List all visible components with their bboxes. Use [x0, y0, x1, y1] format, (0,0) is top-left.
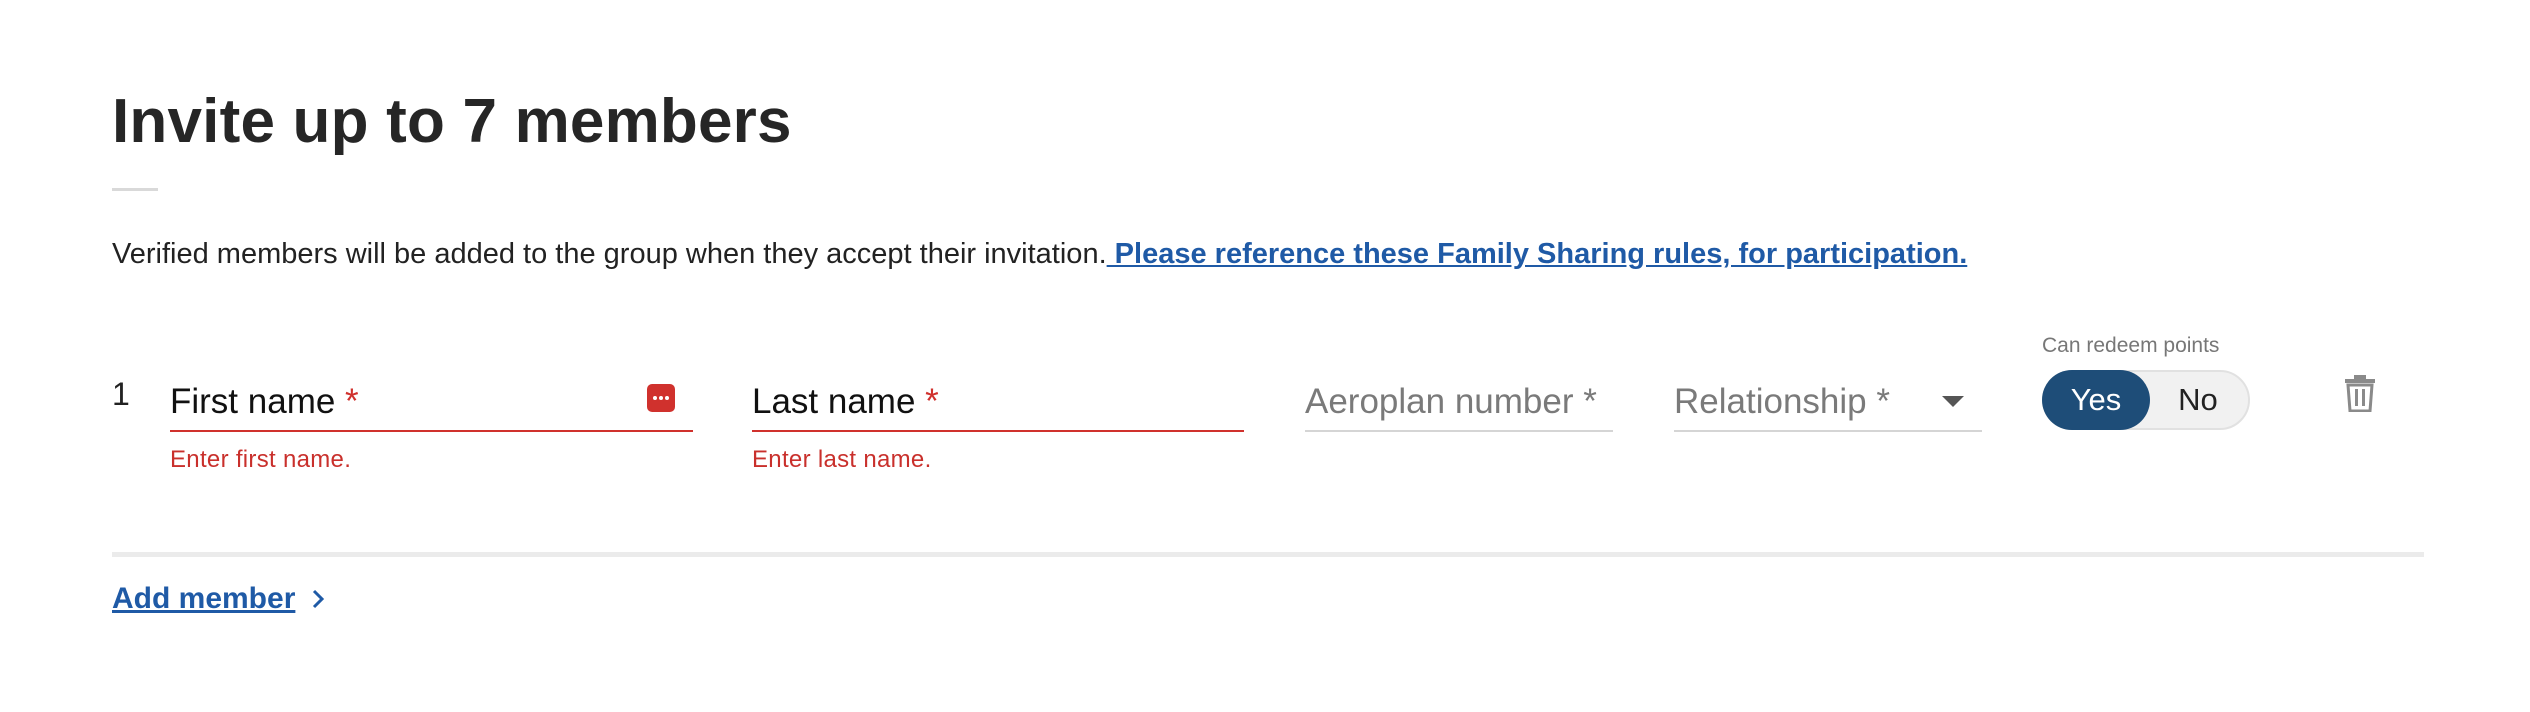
intro-text: Verified members will be added to the gr… [112, 238, 1967, 271]
intro-text-body: Verified members will be added to the gr… [112, 238, 1107, 270]
redeem-points-toggle[interactable]: Yes No [2042, 370, 2250, 430]
autofill-menu-icon[interactable] [647, 384, 675, 412]
redeem-no-option[interactable]: No [2144, 370, 2252, 430]
last-name-error: Enter last name. [752, 446, 932, 473]
redeem-points-label: Can redeem points [2042, 334, 2220, 357]
family-sharing-rules-link[interactable]: Please reference these Family Sharing ru… [1107, 238, 1968, 270]
last-name-underline [752, 430, 1244, 432]
required-mark: * [925, 382, 939, 421]
chevron-right-icon [313, 589, 325, 609]
aeroplan-number-field[interactable]: Aeroplan number * [1305, 370, 1613, 432]
add-member-button[interactable]: Add member [112, 582, 329, 616]
first-name-error: Enter first name. [170, 446, 352, 473]
page-title: Invite up to 7 members [112, 87, 792, 156]
first-name-label: First name * [170, 382, 359, 422]
aeroplan-number-underline [1305, 430, 1613, 432]
first-name-field[interactable]: First name * [170, 370, 693, 432]
section-divider [112, 552, 2424, 557]
first-name-underline [170, 430, 693, 432]
relationship-label: Relationship * [1674, 382, 1890, 421]
trash-icon[interactable] [2343, 374, 2377, 412]
last-name-label-text: Last name [752, 382, 916, 421]
dropdown-caret-icon [1942, 396, 1964, 407]
add-member-label: Add member [112, 582, 296, 615]
relationship-select[interactable]: Relationship * [1674, 370, 1982, 432]
last-name-field[interactable]: Last name * [752, 370, 1244, 432]
relationship-underline [1674, 430, 1982, 432]
first-name-label-text: First name [170, 382, 336, 421]
aeroplan-number-label: Aeroplan number * [1305, 382, 1597, 421]
redeem-yes-option[interactable]: Yes [2042, 370, 2150, 430]
required-mark: * [345, 382, 359, 421]
title-underline [112, 188, 158, 191]
member-row-index: 1 [112, 376, 130, 412]
last-name-label: Last name * [752, 382, 939, 422]
